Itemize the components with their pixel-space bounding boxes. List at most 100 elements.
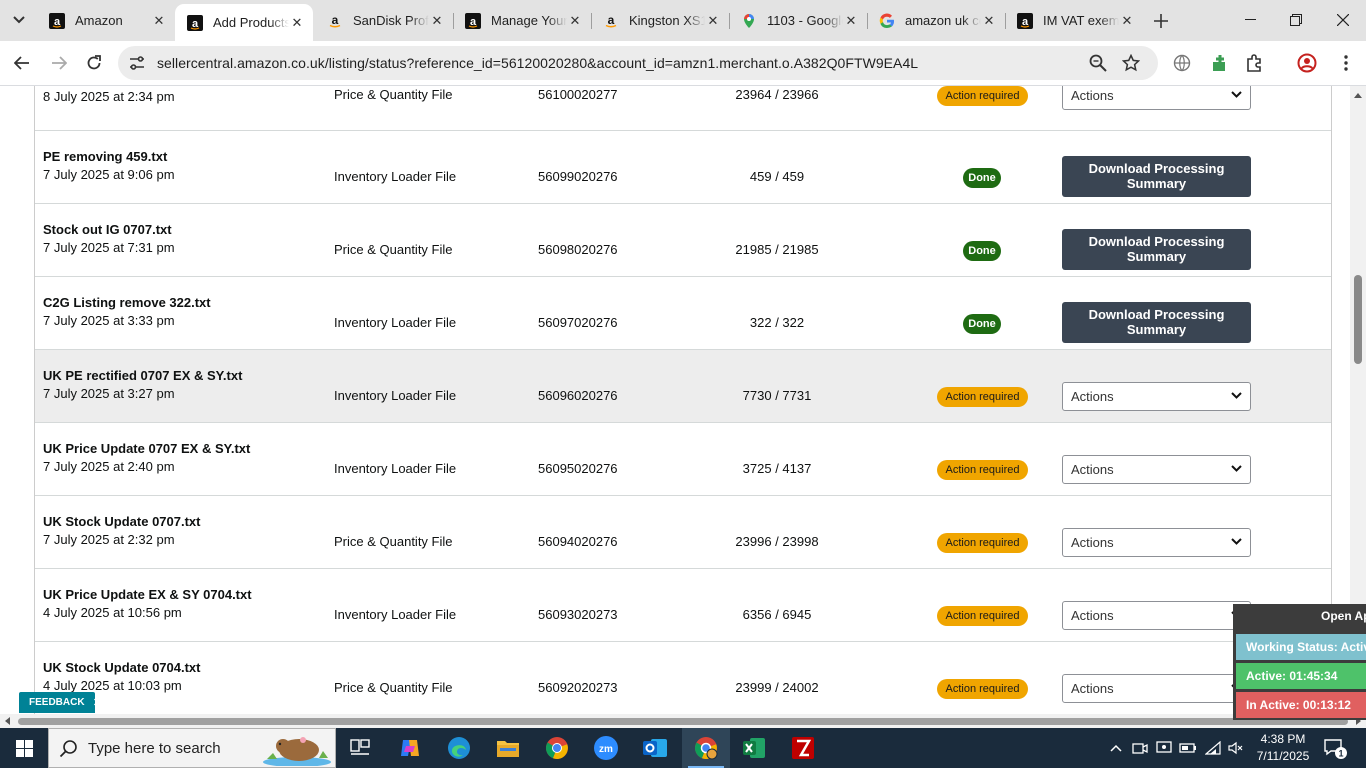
tray-wifi[interactable]: [1203, 738, 1223, 758]
download-processing-summary-button[interactable]: Download Processing Summary: [1062, 229, 1251, 270]
zoom-icon[interactable]: [1088, 53, 1108, 73]
reload-button[interactable]: [80, 49, 108, 77]
actions-dropdown[interactable]: Actions: [1062, 382, 1251, 411]
working-status-bar: Working Status: Active: [1236, 634, 1366, 660]
taskbar-clock[interactable]: 4:38 PM 7/11/2025: [1254, 731, 1312, 765]
file-name-cell: UK Stock Update 0707.txt 7 July 2025 at 2…: [43, 514, 201, 547]
actions-dropdown-label: Actions: [1071, 462, 1114, 477]
taskbar-search-box[interactable]: Type here to search: [48, 728, 336, 768]
browser-tab[interactable]: a Manage Your Inventory✕: [453, 6, 591, 35]
actions-dropdown[interactable]: Actions: [1062, 674, 1251, 703]
browser-tab[interactable]: amazon uk commission✕: [867, 6, 1005, 35]
forward-button[interactable]: [45, 49, 73, 77]
excel-icon: [743, 738, 765, 758]
taskbar-chrome-profile[interactable]: [682, 728, 730, 768]
browser-tab[interactable]: a IM VAT exemption✕: [1005, 6, 1143, 35]
address-bar[interactable]: sellercentral.amazon.co.uk/listing/statu…: [118, 46, 1158, 80]
file-name[interactable]: PE removing 459.txt: [43, 149, 175, 164]
profile-avatar-icon[interactable]: [1293, 49, 1321, 77]
taskbar-file-explorer[interactable]: [484, 728, 532, 768]
actions-dropdown[interactable]: Actions: [1062, 455, 1251, 484]
minimize-window-button[interactable]: [1227, 0, 1273, 40]
arrow-left-icon: [14, 56, 29, 70]
search-highlight-capybara-icon: [263, 737, 331, 766]
taskbar-chrome[interactable]: [533, 728, 581, 768]
show-hidden-icons-button[interactable]: [1106, 738, 1126, 758]
actions-dropdown[interactable]: Actions: [1062, 528, 1251, 557]
scroll-up-arrow-icon[interactable]: [1353, 91, 1363, 99]
tab-search-menu-button[interactable]: [6, 8, 32, 32]
records-processed: 21985 / 21985: [735, 242, 819, 257]
browser-tab[interactable]: 1103 - Google Maps✕: [729, 6, 867, 35]
tray-volume[interactable]: [1226, 738, 1246, 758]
tab-close-icon[interactable]: ✕: [151, 13, 167, 29]
tab-close-icon[interactable]: ✕: [289, 15, 305, 31]
file-name[interactable]: UK Price Update 0707 EX & SY.txt: [43, 441, 250, 456]
batch-id: 56096020276: [538, 388, 618, 403]
taskbar-zoom[interactable]: zm: [582, 728, 630, 768]
tab-close-icon[interactable]: ✕: [429, 13, 445, 29]
translate-extension-icon[interactable]: [1168, 49, 1196, 77]
taskbar-outlook[interactable]: [631, 728, 679, 768]
browser-tab-strip: aAmazon✕aAdd Products✕aSanDisk Professio…: [0, 0, 1366, 41]
file-name[interactable]: Stock out IG 0707.txt: [43, 222, 175, 237]
actions-dropdown[interactable]: Actions: [1062, 601, 1251, 630]
taskbar-filezilla[interactable]: [779, 728, 827, 768]
taskbar-copilot[interactable]: [386, 728, 434, 768]
browser-menu-icon[interactable]: [1332, 49, 1360, 77]
taskbar-excel[interactable]: [730, 728, 778, 768]
status-badge: Action required: [937, 533, 1028, 553]
new-tab-button[interactable]: [1150, 10, 1172, 32]
tab-close-icon[interactable]: ✕: [843, 13, 859, 29]
tab-close-icon[interactable]: ✕: [567, 13, 583, 29]
feedback-button[interactable]: FEEDBACK ✕: [19, 692, 102, 713]
tab-close-icon[interactable]: ✕: [705, 13, 721, 29]
page-content: 8 July 2025 at 2:34 pm Price & Quantity F…: [0, 86, 1350, 714]
file-name[interactable]: UK Price Update EX & SY 0704.txt: [43, 587, 252, 602]
back-button[interactable]: [8, 49, 36, 77]
file-name[interactable]: C2G Listing remove 322.txt: [43, 295, 211, 310]
browser-tab[interactable]: a Add Products ✕: [175, 4, 313, 41]
upload-date: 8 July 2025 at 2:34 pm: [43, 89, 175, 104]
tray-display[interactable]: [1154, 738, 1174, 758]
bookmark-star-icon[interactable]: [1121, 53, 1141, 73]
open-app-button[interactable]: Open App: [1321, 609, 1366, 623]
taskbar-edge[interactable]: [435, 728, 483, 768]
file-name[interactable]: UK Stock Update 0704.txt: [43, 660, 201, 675]
status-badge: Action required: [937, 679, 1028, 699]
records-processed: 23964 / 23966: [735, 87, 819, 102]
url-text[interactable]: sellercentral.amazon.co.uk/listing/statu…: [157, 55, 918, 71]
tray-meet-now[interactable]: [1130, 738, 1150, 758]
site-info-icon[interactable]: [128, 54, 146, 72]
close-window-button[interactable]: [1320, 0, 1366, 40]
horizontal-scroll-thumb[interactable]: [18, 718, 1348, 725]
restore-window-button[interactable]: [1273, 0, 1319, 40]
filezilla-icon: [792, 737, 814, 759]
extensions-icon[interactable]: [1240, 49, 1268, 77]
browser-tab[interactable]: a Kingston XS1000✕: [591, 6, 729, 35]
tab-close-icon[interactable]: ✕: [981, 13, 997, 29]
start-button[interactable]: [0, 728, 48, 768]
browser-tab[interactable]: a Amazon ✕: [37, 6, 175, 35]
google-maps-icon: [741, 13, 757, 29]
notification-center-button[interactable]: 1: [1322, 736, 1348, 760]
download-processing-summary-button[interactable]: Download Processing Summary: [1062, 156, 1251, 197]
browser-tab[interactable]: a SanDisk Professional✕: [315, 6, 453, 35]
chevron-down-icon: [1231, 538, 1242, 545]
scroll-left-arrow-icon[interactable]: [3, 716, 11, 726]
upload-date: 7 July 2025 at 2:32 pm: [43, 532, 175, 547]
task-view-button[interactable]: [336, 728, 384, 768]
download-processing-summary-button[interactable]: Download Processing Summary: [1062, 302, 1251, 343]
file-name[interactable]: UK Stock Update 0707.txt: [43, 514, 201, 529]
battery-icon: [1179, 743, 1196, 753]
tab-close-icon[interactable]: ✕: [1119, 13, 1135, 29]
file-type: Inventory Loader File: [334, 607, 457, 622]
tray-battery[interactable]: [1178, 738, 1198, 758]
zoom-app-icon: zm: [594, 736, 618, 760]
feedback-close-icon[interactable]: ✕: [93, 696, 102, 709]
file-name[interactable]: UK PE rectified 0707 EX & SY.txt: [43, 368, 242, 383]
extension-puzzle-green-icon[interactable]: [1206, 49, 1234, 77]
vertical-scroll-thumb[interactable]: [1354, 275, 1362, 364]
actions-dropdown[interactable]: Actions: [1062, 86, 1251, 110]
chevron-down-icon: [13, 16, 25, 24]
